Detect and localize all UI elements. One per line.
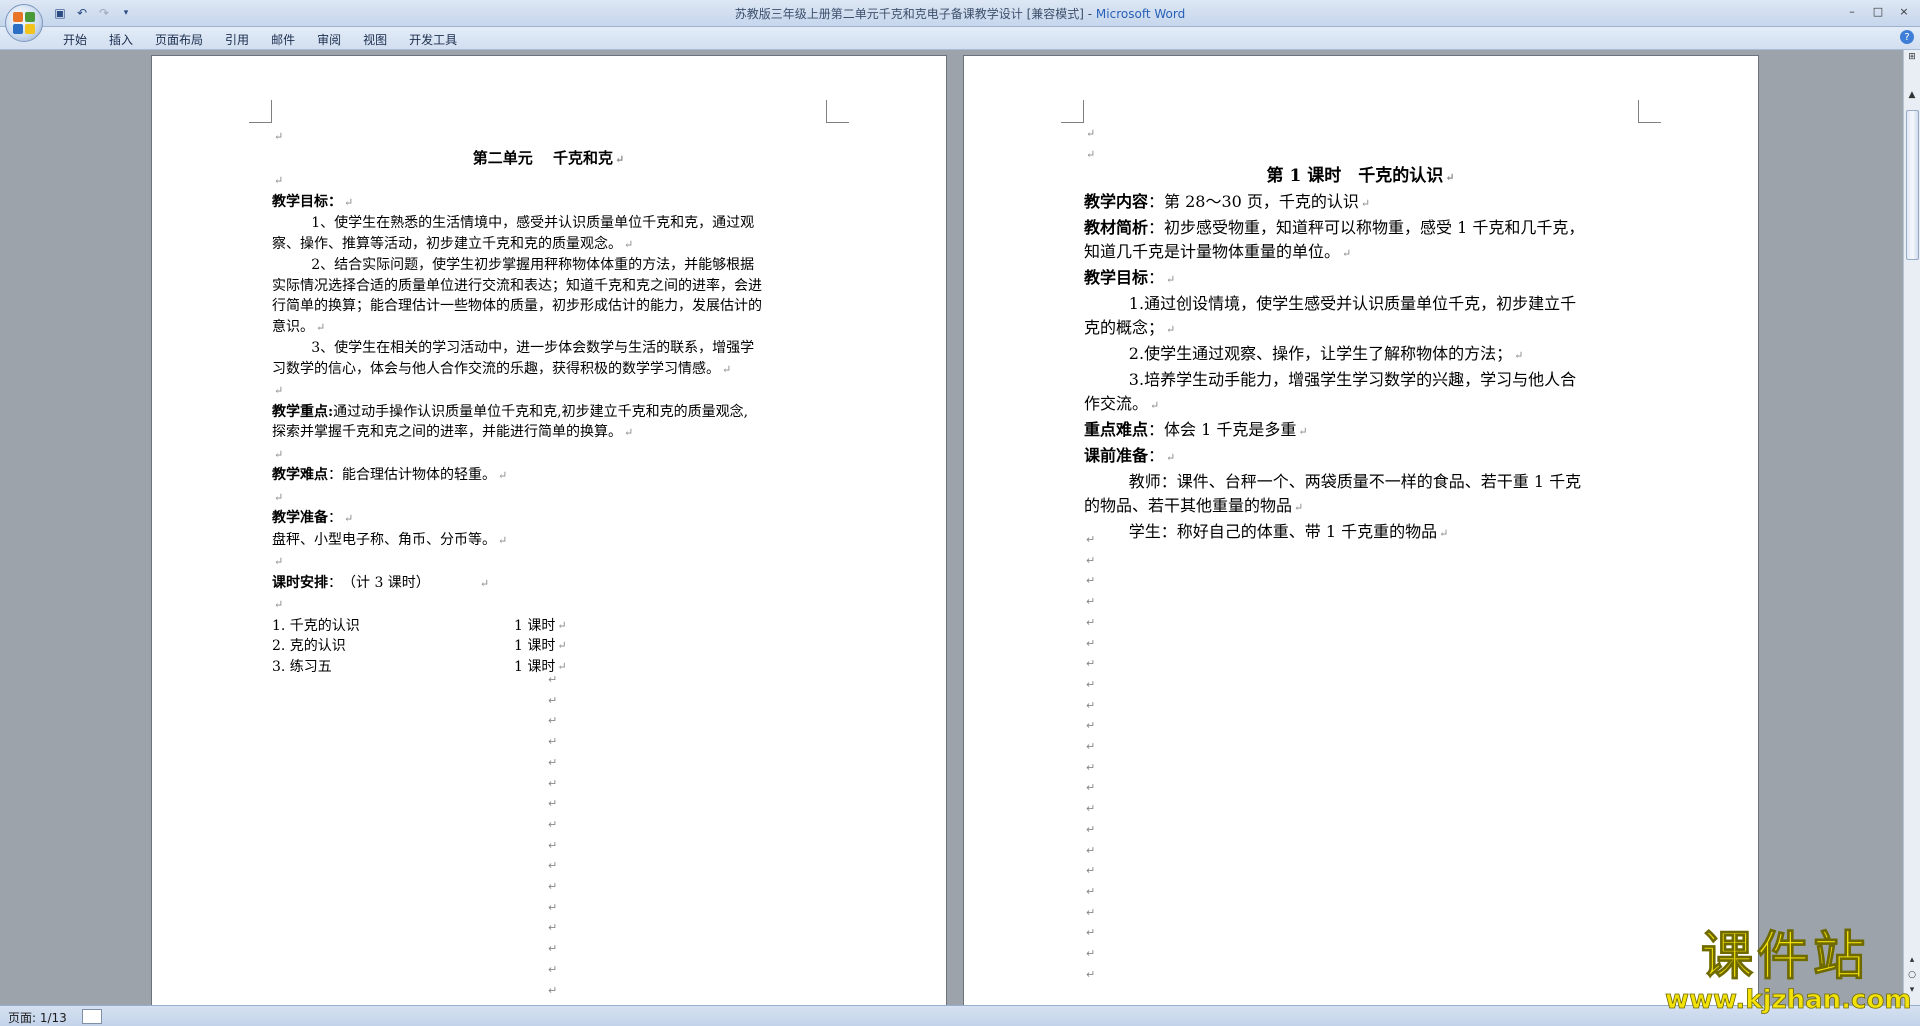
paragraph-mark: ↵: [1086, 636, 1096, 650]
paragraph-mark: ↵: [1086, 574, 1096, 588]
document-page-2[interactable]: ↵ ↵ 第 1 课时 千克的认识 ↵ 教学内容：第 28～30 页，千克的认识 ↵ …: [964, 56, 1758, 1005]
lesson-content: 教学内容：第 28～30 页，千克的认识 ↵: [1084, 192, 1371, 211]
paragraph-mark: ↵: [1086, 843, 1096, 857]
paragraph-mark: ↵: [1086, 698, 1096, 712]
status-bar: 页面: 1/13: [0, 1005, 1920, 1026]
paragraph-mark: ↵: [548, 838, 558, 852]
crop-mark-top-left: [249, 100, 272, 123]
document-page-1[interactable]: ↵ 第二单元 千克和克 ↵ ↵ 教学目标： ↵ 1、使学生在熟悉的生活情境中，感受并…: [152, 56, 946, 1005]
window-title-app: Microsoft Word: [1095, 7, 1186, 21]
page-1-text: ↵ 第二单元 千克和克 ↵ ↵ 教学目标： ↵ 1、使学生在熟悉的生活情境中，感受并…: [272, 126, 825, 677]
paragraph-mark: ↵: [548, 714, 558, 728]
goal-1: 1、使学生在熟悉的生活情境中，感受并认识质量单位千克和克，通过观: [311, 215, 755, 231]
paragraph-mark: ↵: [1086, 884, 1096, 898]
page-2-title: 第 1 课时 千克的认识: [1266, 166, 1444, 186]
paragraph-mark: ↵: [1086, 947, 1096, 961]
proofing-icon[interactable]: [82, 1009, 102, 1024]
paragraph-mark: ↵: [548, 900, 558, 914]
teaching-difficulty: 教学难点：能合理估计物体的轻重。 ↵: [272, 467, 508, 483]
scrollbar-thumb[interactable]: [1906, 110, 1919, 260]
paragraph-mark: ↵: [548, 797, 558, 811]
paragraph-mark: ↵: [548, 880, 558, 894]
tab-references[interactable]: 引用: [214, 30, 260, 49]
paragraph-mark: ↵: [1086, 615, 1096, 629]
plan-row: 1. 千克的认识 1 课时 ↵: [272, 617, 567, 634]
paragraph-mark: ↵: [1086, 533, 1096, 546]
page-counter[interactable]: 页面: 1/13: [8, 1009, 67, 1026]
paragraph-mark: ↵: [548, 755, 558, 769]
vertical-scrollbar[interactable]: ⊞ ▲ ▴ ○ ▾: [1903, 50, 1920, 1005]
window-title-doc: 苏教版三年级上册第二单元千克和克电子备课教学设计 [兼容模式] -: [734, 7, 1096, 21]
material-analysis: 教材简析：初步感受物重，知道秤可以称物重，感受 1 千克和几千克，: [1084, 218, 1585, 237]
paragraph-mark: ↵: [1086, 967, 1096, 981]
paragraph-mark: ↵: [548, 693, 558, 707]
teaching-focus: 教学重点:通过动手操作认识质量单位千克和克,初步建立千克和克的质量观念,: [272, 403, 749, 420]
paragraph-mark: ↵: [1086, 719, 1096, 733]
paragraph-mark: ↵: [548, 673, 558, 686]
plan-row: 2. 克的认识 1 课时 ↵: [272, 638, 567, 654]
tab-mailings[interactable]: 邮件: [260, 30, 306, 49]
office-button[interactable]: [5, 4, 43, 42]
crop-mark-top-right: [1638, 100, 1661, 123]
paragraph-mark: ↵: [1086, 657, 1096, 671]
window-title: 苏教版三年级上册第二单元千克和克电子备课教学设计 [兼容模式] - Micros…: [0, 5, 1920, 22]
paragraph-mark: ↵: [1086, 926, 1096, 940]
crop-mark-top-right: [826, 100, 849, 123]
ribbon: 开始 插入 页面布局 引用 邮件 审阅 视图 开发工具 ?: [0, 27, 1920, 50]
prep-heading: 课前准备: [1084, 446, 1149, 465]
paragraph-mark: ↵: [1086, 740, 1096, 754]
goals-heading: 教学目标：: [272, 193, 342, 210]
paragraph-mark: ↵: [548, 983, 558, 997]
paragraph-mark: ↵: [548, 817, 558, 831]
watermark-url: www.kjzhan.com: [1665, 985, 1912, 1015]
empty-paragraph-marks: ↵ ↵ ↵ ↵ ↵ ↵ ↵ ↵ ↵ ↵ ↵ ↵ ↵ ↵ ↵ ↵ ↵ ↵ ↵ ↵ ↵ ↵: [1086, 530, 1095, 985]
paragraph-mark: ↵: [548, 962, 558, 976]
crop-mark-top-left: [1061, 100, 1084, 123]
scroll-up-icon[interactable]: ▲: [1906, 90, 1918, 102]
minimize-button[interactable]: –: [1840, 2, 1864, 20]
page-1-title: 第二单元 千克和克: [472, 148, 613, 167]
window-controls: – □ ×: [1840, 2, 1916, 20]
empty-paragraph-marks: ↵ ↵ ↵ ↵ ↵ ↵ ↵ ↵ ↵ ↵ ↵ ↵ ↵ ↵ ↵ ↵: [548, 670, 557, 1001]
paragraph-mark: ↵: [548, 942, 558, 956]
paragraph-mark: ↵: [274, 130, 284, 143]
teaching-prep: 教学准备： ↵: [272, 510, 354, 526]
goals-heading: 教学目标: [1084, 268, 1149, 287]
ruler-toggle-icon[interactable]: ⊞: [1906, 52, 1918, 64]
watermark-logo: 课件站 www.kjzhan.com: [1665, 927, 1912, 1015]
maximize-button[interactable]: □: [1866, 2, 1890, 20]
tab-page-layout[interactable]: 页面布局: [144, 30, 214, 49]
paragraph-mark: ↵: [1086, 802, 1096, 816]
ribbon-tabs: 开始 插入 页面布局 引用 邮件 审阅 视图 开发工具: [52, 30, 468, 49]
close-button[interactable]: ×: [1892, 2, 1916, 20]
paragraph-mark: ↵: [548, 921, 558, 935]
paragraph-mark: ↵: [548, 776, 558, 790]
lesson-schedule: 课时安排： （计 3 课时） ↵: [272, 574, 490, 591]
paragraph-mark: ↵: [1086, 781, 1096, 795]
prev-page-icon[interactable]: ▴: [1906, 955, 1918, 967]
focus-difficulty: 重点难点：体会 1 千克是多重 ↵: [1084, 420, 1308, 439]
tab-insert[interactable]: 插入: [98, 30, 144, 49]
browse-object-icon[interactable]: ○: [1906, 970, 1918, 982]
paragraph-mark: ↵: [1086, 905, 1096, 919]
help-button[interactable]: ?: [1900, 30, 1914, 44]
paragraph-mark: ↵: [1086, 760, 1096, 774]
paragraph-mark: ↵: [1086, 822, 1096, 836]
tab-view[interactable]: 视图: [352, 30, 398, 49]
paragraph-mark: ↵: [1086, 553, 1096, 567]
paragraph-mark: ↵: [1086, 677, 1096, 691]
paragraph-mark: ↵: [548, 735, 558, 749]
paragraph-mark: ↵: [548, 859, 558, 873]
paragraph-mark: ↵: [1086, 595, 1096, 609]
goal-2: 2、结合实际问题，使学生初步掌握用秤称物体体重的方法，并能够根据: [311, 257, 755, 273]
tab-developer[interactable]: 开发工具: [398, 30, 468, 49]
tab-home[interactable]: 开始: [52, 30, 98, 49]
tab-review[interactable]: 审阅: [306, 30, 352, 49]
page-2-text: ↵ ↵ 第 1 课时 千克的认识 ↵ 教学内容：第 28～30 页，千克的认识 ↵ …: [1084, 122, 1637, 546]
paragraph-mark: ↵: [1086, 864, 1096, 878]
office-logo-icon: [13, 12, 35, 34]
title-bar: ▣ ↶ ↷ ▾ 苏教版三年级上册第二单元千克和克电子备课教学设计 [兼容模式] …: [0, 0, 1920, 27]
goal-3: 3、使学生在相关的学习活动中，进一步体会数学与生活的联系，增强学: [311, 340, 755, 356]
watermark-name: 课件站: [1700, 927, 1869, 987]
